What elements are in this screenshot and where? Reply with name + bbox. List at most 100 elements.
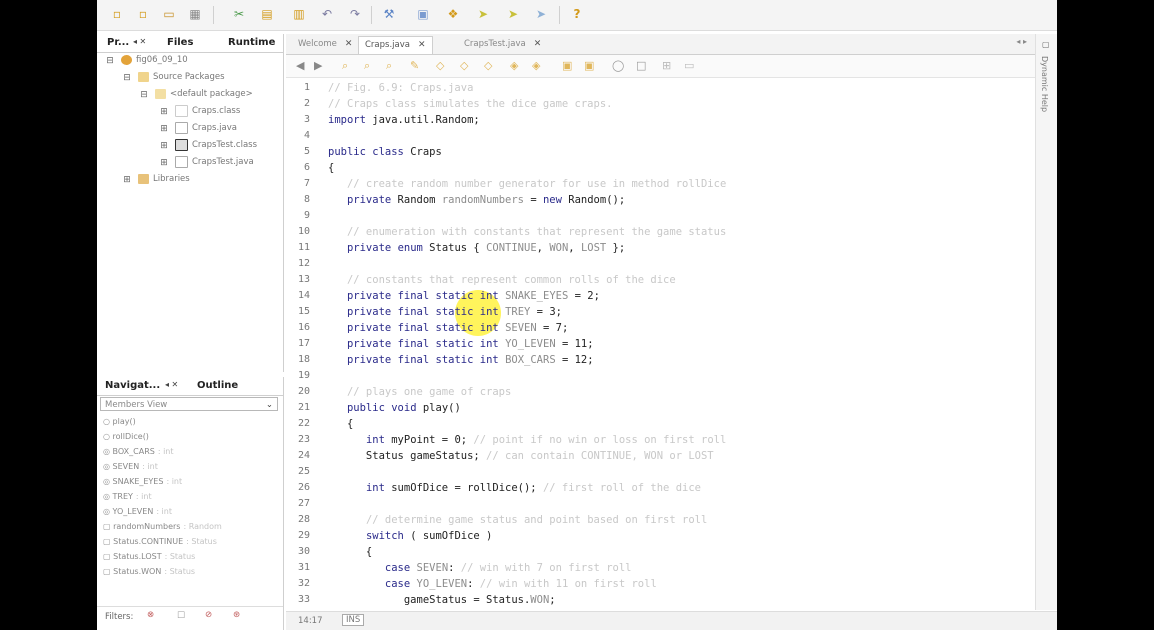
prev-bookmark-icon[interactable]: ◇ — [436, 59, 444, 72]
code-line[interactable]: public void play() — [328, 400, 461, 416]
stop-macro-icon[interactable]: ▣ — [584, 59, 594, 72]
code-line[interactable]: case SEVEN: // win with 7 on first roll — [328, 560, 632, 576]
code-line[interactable]: Status gameStatus; // can contain CONTIN… — [328, 448, 714, 464]
navigator-member[interactable]: ▢ Status.CONTINUE: Status — [103, 534, 217, 549]
toggle-bookmark-icon[interactable]: ◇ — [484, 59, 492, 72]
tab-welcome[interactable]: Welcome ✕ — [292, 36, 358, 53]
code-line[interactable]: // create random number generator for us… — [328, 176, 726, 192]
tree-item-craps-java[interactable]: Craps.java — [175, 120, 237, 136]
diff-icon[interactable]: ⊞ — [662, 59, 671, 72]
find-icon[interactable]: ⌕ — [342, 59, 348, 73]
cut-icon[interactable]: ✂ — [229, 4, 249, 24]
undo-icon[interactable]: ↶ — [317, 4, 337, 24]
code-line[interactable]: public class Craps — [328, 144, 442, 160]
code-line[interactable]: { — [328, 416, 353, 432]
filter-fields-icon[interactable]: ⊗ — [147, 610, 154, 620]
new-file-icon[interactable]: ▫ — [107, 4, 127, 24]
close-icon[interactable]: ✕ — [345, 39, 353, 49]
navigator-member[interactable]: ◎ YO_LEVEN: int — [103, 504, 172, 519]
tab-projects[interactable]: Pr... — [107, 37, 129, 48]
format-icon[interactable]: ▭ — [684, 59, 694, 72]
code-line[interactable]: { — [328, 544, 372, 560]
dynamic-help-label[interactable]: Dynamic Help — [1040, 56, 1049, 112]
new-project-icon[interactable]: ▫ — [133, 4, 153, 24]
tab-craps-java[interactable]: Craps.java ✕ — [358, 36, 433, 54]
navigator-member[interactable]: ◎ TREY: int — [103, 489, 152, 504]
shift-left-icon[interactable]: ◈ — [510, 59, 518, 72]
code-line[interactable]: // Fig. 6.9: Craps.java — [328, 80, 473, 96]
navigator-member[interactable]: ◎ SEVEN: int — [103, 459, 158, 474]
code-line[interactable]: private enum Status { CONTINUE, WON, LOS… — [328, 240, 625, 256]
members-view-select[interactable]: Members View ⌄ — [100, 397, 278, 411]
navigator-member[interactable]: ◎ BOX_CARS: int — [103, 444, 174, 459]
debug-icon[interactable]: ➤ — [473, 4, 493, 24]
find-prev-icon[interactable]: ⌕ — [364, 59, 370, 73]
code-line[interactable]: { — [328, 160, 334, 176]
code-line[interactable]: // enumeration with constants that repre… — [328, 224, 726, 240]
open-project-icon[interactable]: ▭ — [159, 4, 179, 24]
code-line[interactable]: import java.util.Random; — [328, 112, 480, 128]
code-line[interactable]: gameStatus = Status.WON; — [328, 592, 556, 608]
tree-item-project[interactable]: fig06_09_10 — [121, 52, 188, 68]
code-line[interactable]: private final static int BOX_CARS = 12; — [328, 352, 594, 368]
code-line[interactable]: private final static int TREY = 3; — [328, 304, 562, 320]
tree-item-source-packages[interactable]: Source Packages — [138, 69, 225, 85]
navigator-member[interactable]: ◎ SNAKE_EYES: int — [103, 474, 182, 489]
filter-nonpublic-icon[interactable]: ⊘ — [205, 610, 212, 620]
back-icon[interactable]: ◀ — [296, 59, 304, 72]
tab-scroll-icon[interactable]: ◂ ▸ — [1016, 37, 1027, 46]
paste-icon[interactable]: ▥ — [289, 4, 309, 24]
code-line[interactable]: int myPoint = 0; // point if no win or l… — [328, 432, 726, 448]
code-line[interactable]: // constants that represent common rolls… — [328, 272, 676, 288]
attach-icon[interactable]: ➤ — [531, 4, 551, 24]
clean-build-icon[interactable]: ⚒ — [379, 4, 399, 24]
tab-outline[interactable]: Outline — [197, 380, 238, 391]
start-macro-icon[interactable]: ▣ — [562, 59, 572, 72]
navigator-member[interactable]: ▢ Status.WON: Status — [103, 564, 195, 579]
run-icon[interactable]: ❖ — [443, 4, 463, 24]
code-line[interactable]: break; — [328, 608, 442, 610]
save-all-icon[interactable]: ▦ — [185, 4, 205, 24]
close-icon[interactable]: ✕ — [534, 39, 542, 49]
code-line[interactable]: private final static int SEVEN = 7; — [328, 320, 568, 336]
help-icon[interactable]: ? — [567, 4, 587, 24]
tree-item-crapstest-java[interactable]: CrapsTest.java — [175, 154, 254, 170]
next-bookmark-icon[interactable]: ◇ — [460, 59, 468, 72]
navigator-member[interactable]: ▢ randomNumbers: Random — [103, 519, 222, 534]
comment-icon[interactable]: ◯ — [612, 59, 624, 72]
navigator-member[interactable]: ○ play() — [103, 414, 139, 429]
code-line[interactable]: switch ( sumOfDice ) — [328, 528, 492, 544]
code-line[interactable]: // Craps class simulates the dice game c… — [328, 96, 612, 112]
toggle-highlight-icon[interactable]: ✎ — [410, 59, 419, 72]
tab-navigator[interactable]: Navigat... — [105, 380, 160, 391]
close-icon[interactable]: ✕ — [418, 40, 426, 50]
filter-inherited-icon[interactable]: ⊛ — [233, 610, 240, 620]
side-panel-tab[interactable]: ▢ — [1042, 40, 1050, 49]
forward-icon[interactable]: ▶ — [314, 59, 322, 72]
code-line[interactable]: // plays one game of craps — [328, 384, 511, 400]
tab-runtime[interactable]: Runtime — [228, 37, 275, 48]
code-line[interactable]: private final static int YO_LEVEN = 11; — [328, 336, 594, 352]
tree-item-libraries[interactable]: Libraries — [138, 171, 190, 187]
code-line[interactable]: // determine game status and point based… — [328, 512, 707, 528]
shift-right-icon[interactable]: ◈ — [532, 59, 540, 72]
tree-item-craps-class[interactable]: Craps.class — [175, 103, 240, 119]
code-editor[interactable]: // Fig. 6.9: Craps.java// Craps class si… — [328, 78, 1035, 610]
redo-icon[interactable]: ↷ — [345, 4, 365, 24]
filter-static-icon[interactable]: □ — [177, 610, 185, 620]
tab-crapstest-java[interactable]: CrapsTest.java ✕ — [458, 36, 547, 53]
code-line[interactable]: private Random randomNumbers = new Rando… — [328, 192, 625, 208]
navigator-member[interactable]: ▢ Status.LOST: Status — [103, 549, 195, 564]
tab-files[interactable]: Files — [167, 37, 193, 48]
copy-icon[interactable]: ▤ — [257, 4, 277, 24]
tree-item-default-package[interactable]: <default package> — [155, 86, 253, 102]
uncomment-icon[interactable]: □ — [636, 59, 646, 72]
find-next-icon[interactable]: ⌕ — [386, 59, 392, 73]
code-line[interactable]: int sumOfDice = rollDice(); // first rol… — [328, 480, 701, 496]
code-line[interactable]: case YO_LEVEN: // win with 11 on first r… — [328, 576, 657, 592]
tree-item-crapstest-class[interactable]: CrapsTest.class — [175, 137, 257, 153]
profile-icon[interactable]: ➤ — [503, 4, 523, 24]
build-icon[interactable]: ▣ — [413, 4, 433, 24]
code-line[interactable]: private final static int SNAKE_EYES = 2; — [328, 288, 600, 304]
navigator-member[interactable]: ○ rollDice() — [103, 429, 152, 444]
